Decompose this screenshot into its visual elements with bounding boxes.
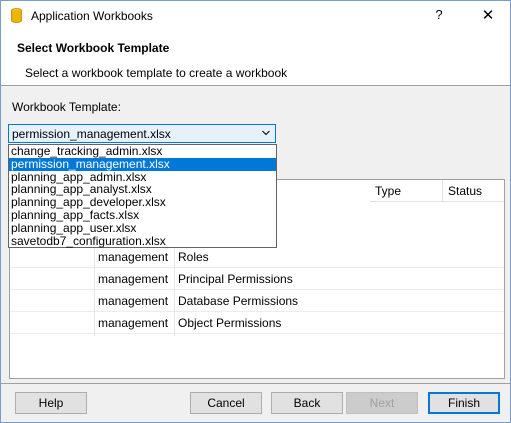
title-bar: Application Workbooks ? ✕ [1, 1, 510, 31]
dropdown-option[interactable]: change_tracking_admin.xlsx [9, 145, 276, 158]
close-button[interactable]: ✕ [479, 6, 497, 24]
name-cell: Object Permissions [178, 316, 282, 330]
table-row[interactable]: management Object Permissions [10, 312, 504, 334]
table-row[interactable]: management Roles [10, 246, 504, 268]
footer-divider [1, 383, 510, 384]
schema-cell: management [98, 250, 169, 264]
application-workbooks-dialog: Application Workbooks ? ✕ Select Workboo… [0, 0, 511, 423]
schema-cell: management [98, 316, 169, 330]
dropdown-option[interactable]: savetodb7_configuration.xlsx [9, 234, 276, 248]
back-button[interactable]: Back [271, 392, 343, 414]
workbook-template-label: Workbook Template: [12, 100, 121, 114]
page-subtitle: Select a workbook template to create a w… [25, 66, 288, 80]
workbook-template-combobox[interactable]: permission_management.xlsx [8, 124, 276, 143]
column-header-status[interactable]: Status [443, 180, 504, 202]
page-title: Select Workbook Template [17, 41, 170, 55]
dropdown-option[interactable]: planning_app_user.xlsx [9, 221, 276, 235]
cancel-button[interactable]: Cancel [190, 392, 262, 414]
finish-button[interactable]: Finish [428, 392, 500, 414]
table-row[interactable]: management Principal Permissions [10, 268, 504, 290]
schema-cell: management [98, 294, 169, 308]
window-title: Application Workbooks [31, 9, 153, 23]
wizard-header: Select Workbook Template Select a workbo… [1, 31, 510, 86]
name-cell: Principal Permissions [178, 272, 293, 286]
help-button[interactable]: Help [15, 392, 87, 414]
workbook-template-dropdown-list[interactable]: change_tracking_admin.xlsx permission_ma… [8, 144, 277, 248]
dropdown-option[interactable]: planning_app_facts.xlsx [9, 209, 276, 222]
name-cell: Database Permissions [178, 294, 299, 308]
chevron-down-icon[interactable] [262, 130, 270, 136]
name-cell: Roles [178, 250, 209, 264]
column-header-type[interactable]: Type [370, 180, 443, 202]
next-button[interactable]: Next [346, 392, 418, 414]
schema-cell: management [98, 272, 169, 286]
title-help-button[interactable]: ? [431, 7, 447, 25]
database-icon [11, 8, 22, 23]
combobox-value: permission_management.xlsx [12, 127, 171, 141]
table-row[interactable]: management Database Permissions [10, 290, 504, 312]
dropdown-option-selected[interactable]: permission_management.xlsx [9, 157, 276, 171]
